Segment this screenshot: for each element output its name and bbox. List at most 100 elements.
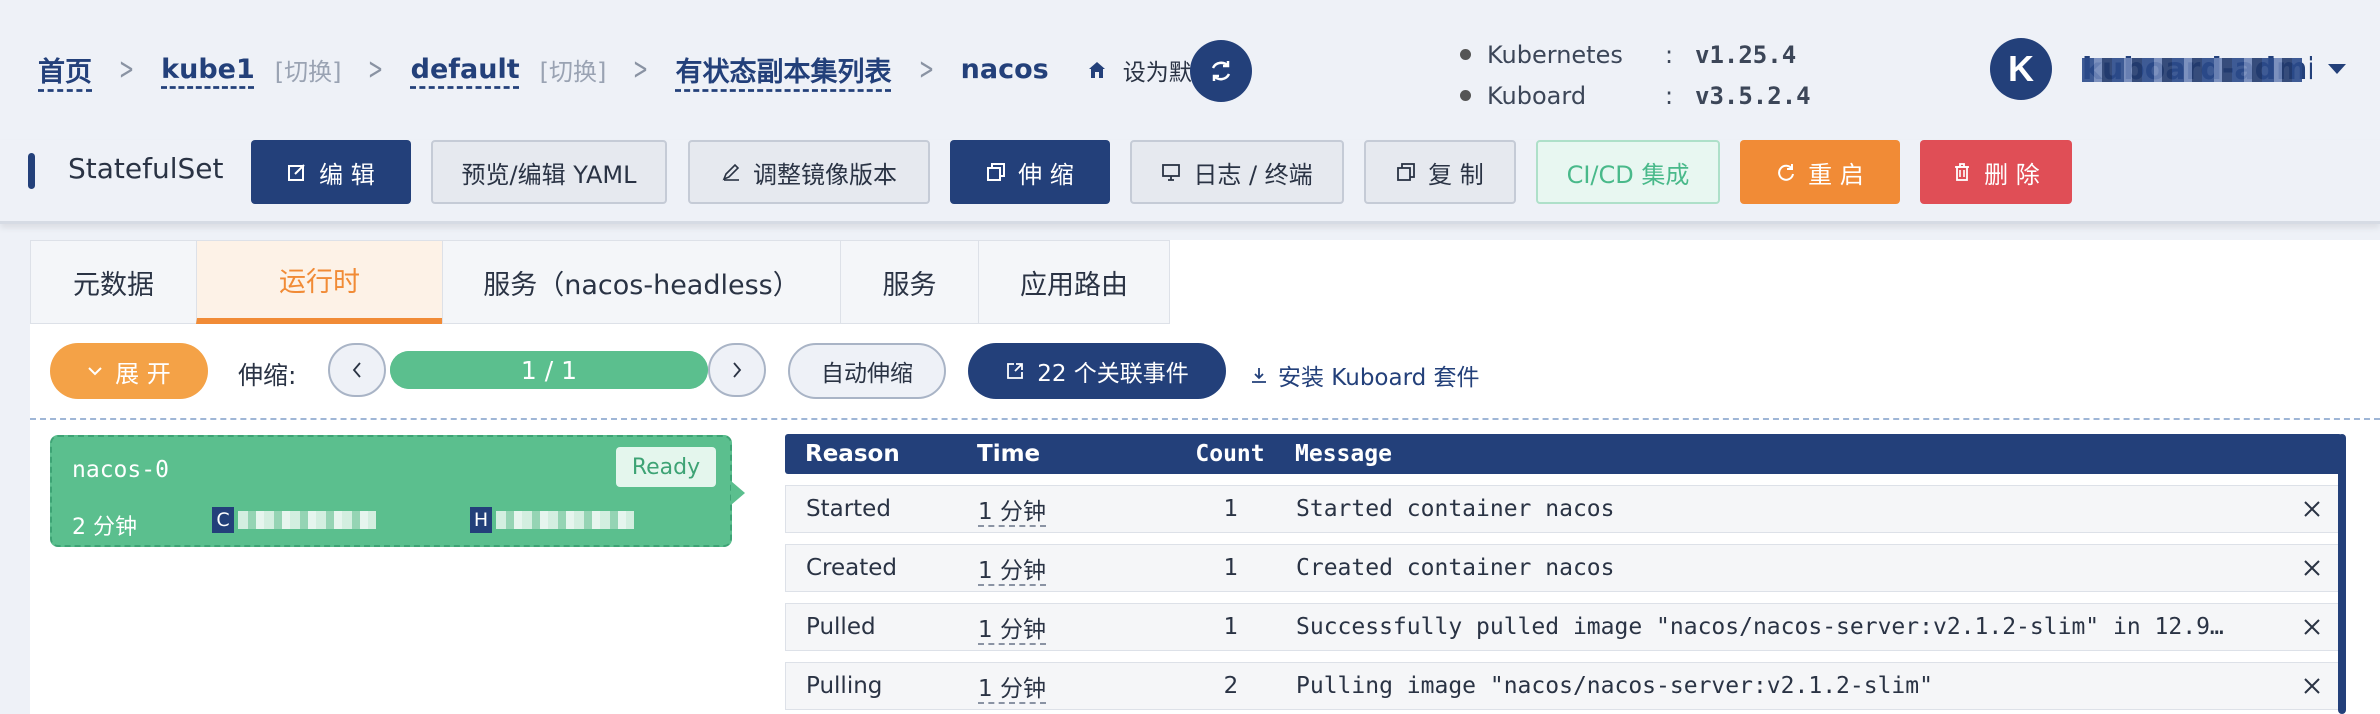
event-time-text[interactable]: 1 分钟 bbox=[978, 617, 1046, 645]
events-table: Reason Time Count Message Started 1 分钟 1 St… bbox=[785, 434, 2342, 710]
download-icon bbox=[1252, 368, 1266, 383]
event-message: Pulling image "nacos/nacos-server:v2.1.2… bbox=[1296, 673, 1933, 699]
restart-button-label: 重 启 bbox=[1808, 160, 1864, 189]
breadcrumb-home[interactable]: 首页 bbox=[38, 50, 92, 89]
related-events-label: 22 个关联事件 bbox=[1037, 361, 1189, 387]
logs-terminal-button[interactable]: 日志 / 终端 bbox=[1130, 140, 1344, 204]
tab-service-headless[interactable]: 服务（nacos-headless） bbox=[442, 240, 840, 324]
home-icon bbox=[1088, 61, 1105, 78]
user-menu[interactable]: K kuboard-admin bbox=[1990, 38, 2348, 100]
cicd-button[interactable]: CI/CD 集成 bbox=[1536, 140, 1720, 204]
event-time-text[interactable]: 1 分钟 bbox=[978, 499, 1046, 527]
namespace-switch-link[interactable]: [切换] bbox=[540, 52, 607, 87]
scale-down-button[interactable] bbox=[328, 343, 386, 397]
preview-yaml-label: 预览/编辑 YAML bbox=[461, 160, 637, 189]
event-reason: Started bbox=[806, 496, 891, 522]
edit-button-label: 编 辑 bbox=[319, 160, 375, 189]
edit-button[interactable]: 编 辑 bbox=[251, 140, 411, 204]
adjust-image-button[interactable]: 调整镜像版本 bbox=[688, 140, 930, 204]
refresh-icon bbox=[1211, 61, 1231, 81]
toolbar-accent-bar bbox=[28, 153, 35, 189]
tab-metadata[interactable]: 元数据 bbox=[30, 240, 196, 324]
breadcrumb-cluster[interactable]: kube1 bbox=[161, 54, 255, 85]
install-kuboard-link[interactable]: 安装 Kuboard 套件 bbox=[1250, 358, 1480, 392]
related-events-button[interactable]: 22 个关联事件 bbox=[968, 343, 1226, 399]
event-message: Successfully pulled image "nacos/nacos-s… bbox=[1296, 614, 2224, 640]
caret-down-icon bbox=[2328, 64, 2346, 74]
breadcrumb-current: nacos bbox=[960, 54, 1049, 85]
event-message: Created container nacos bbox=[1296, 555, 1615, 581]
chevron-right-icon: > bbox=[119, 52, 135, 87]
pod-age: 2 分钟 bbox=[72, 515, 137, 540]
event-reason: Pulled bbox=[806, 614, 876, 640]
table-row: Started 1 分钟 1 Started container nacos bbox=[785, 485, 2342, 533]
event-time: 1 分钟 bbox=[956, 551, 1166, 586]
delete-button[interactable]: 删 除 bbox=[1920, 140, 2072, 204]
pod-card[interactable]: nacos-0 Ready 2 分钟 C H bbox=[50, 435, 745, 547]
breadcrumb-namespace[interactable]: default bbox=[411, 54, 520, 85]
event-count: 1 bbox=[1223, 555, 1239, 581]
tab-ingress[interactable]: 应用路由 bbox=[978, 240, 1170, 324]
restart-icon bbox=[1778, 164, 1795, 181]
refresh-button[interactable] bbox=[1190, 40, 1252, 102]
bullet-icon bbox=[1460, 49, 1471, 60]
version-label: Kuboard bbox=[1487, 81, 1587, 110]
close-icon[interactable] bbox=[2301, 616, 2323, 638]
expand-button-label: 展 开 bbox=[115, 359, 171, 388]
copy-icon bbox=[1397, 163, 1416, 181]
version-value: v1.25.4 bbox=[1695, 40, 1797, 69]
resource-kind-title: StatefulSet bbox=[68, 152, 224, 185]
trash-icon bbox=[1955, 163, 1970, 181]
pod-name: nacos-0 bbox=[72, 457, 169, 483]
expand-button[interactable]: 展 开 bbox=[50, 343, 208, 399]
event-time-text[interactable]: 1 分钟 bbox=[978, 676, 1046, 704]
header-message: Message bbox=[1295, 441, 1392, 467]
breadcrumb-list[interactable]: 有状态副本集列表 bbox=[676, 50, 892, 89]
cluster-switch-link[interactable]: [切换] bbox=[275, 52, 342, 87]
detail-tabs: 元数据 运行时 服务（nacos-headless） 服务 应用路由 bbox=[30, 240, 1170, 324]
runtime-controls: 展 开 伸缩: 1 / 1 自动伸缩 22 个关联事件 安装 Kuboard 套… bbox=[30, 324, 2380, 420]
adjust-image-label: 调整镜像版本 bbox=[753, 160, 897, 189]
edit-icon bbox=[288, 164, 305, 181]
auto-scale-button[interactable]: 自动伸缩 bbox=[788, 343, 946, 399]
user-name: kuboard-admin bbox=[2082, 52, 2312, 87]
table-row: Pulled 1 分钟 1 Successfully pulled image "na… bbox=[785, 603, 2342, 651]
monitor-icon bbox=[1162, 164, 1181, 181]
header-count: Count bbox=[1195, 441, 1265, 467]
pod-container-ip: C bbox=[212, 507, 376, 533]
chevron-right-icon bbox=[733, 362, 742, 378]
scale-up-button[interactable] bbox=[708, 343, 766, 397]
scale-icon bbox=[987, 163, 1006, 181]
pod-host-ip: H bbox=[470, 507, 634, 533]
scale-label: 伸缩: bbox=[238, 361, 297, 390]
events-scrollbar[interactable] bbox=[2338, 434, 2346, 714]
cicd-button-label: CI/CD 集成 bbox=[1566, 160, 1690, 189]
pod-status-badge: Ready bbox=[616, 447, 716, 487]
event-reason: Pulling bbox=[806, 673, 883, 699]
preview-yaml-button[interactable]: 预览/编辑 YAML bbox=[431, 140, 667, 204]
tab-service[interactable]: 服务 bbox=[840, 240, 978, 324]
redaction-mask bbox=[496, 511, 634, 529]
host-ip-tag: H bbox=[470, 507, 492, 533]
event-time-text[interactable]: 1 分钟 bbox=[978, 558, 1046, 586]
replica-progress-text: 1 / 1 bbox=[520, 355, 578, 385]
table-row: Created 1 分钟 1 Created container nacos bbox=[785, 544, 2342, 592]
install-kuboard-label: 安装 Kuboard 套件 bbox=[1278, 365, 1480, 391]
action-toolbar: StatefulSet 编 辑 预览/编辑 YAML 调整镜像版本 伸 缩 日志… bbox=[0, 140, 2380, 224]
close-icon[interactable] bbox=[2301, 675, 2323, 697]
restart-button[interactable]: 重 启 bbox=[1740, 140, 1900, 204]
event-time: 1 分钟 bbox=[956, 492, 1166, 527]
tab-runtime[interactable]: 运行时 bbox=[196, 240, 442, 324]
close-icon[interactable] bbox=[2301, 557, 2323, 579]
chevron-right-icon: > bbox=[368, 52, 384, 87]
chevron-left-icon bbox=[352, 362, 361, 378]
scale-button[interactable]: 伸 缩 bbox=[950, 140, 1110, 204]
copy-button[interactable]: 复 制 bbox=[1364, 140, 1516, 204]
redaction-mask bbox=[2082, 57, 2302, 82]
events-table-header: Reason Time Count Message bbox=[785, 434, 2342, 474]
replica-progress-bar: 1 / 1 bbox=[390, 351, 708, 389]
bullet-icon bbox=[1460, 90, 1471, 101]
chevron-right-icon: > bbox=[918, 52, 934, 87]
close-icon[interactable] bbox=[2301, 498, 2323, 520]
event-reason: Created bbox=[806, 555, 898, 581]
